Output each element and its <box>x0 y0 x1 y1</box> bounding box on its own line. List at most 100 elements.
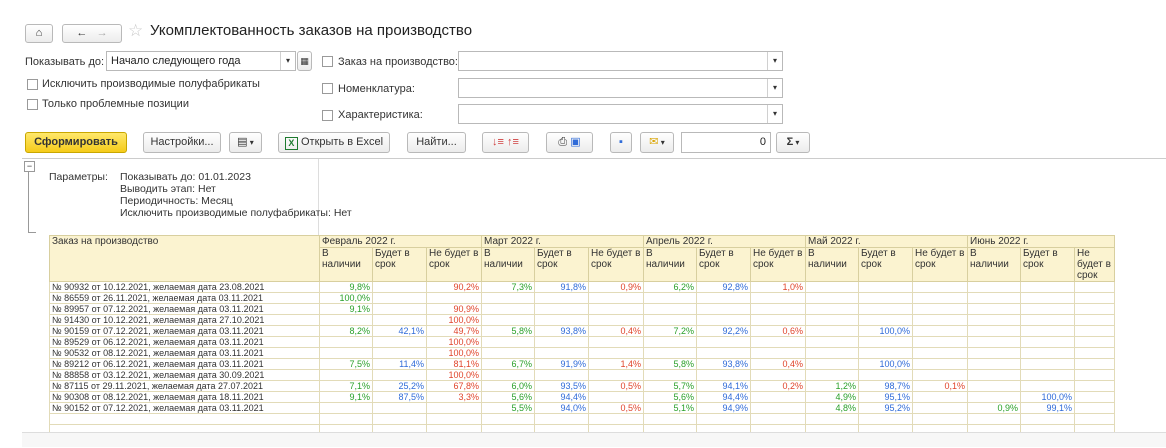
value-cell <box>1074 314 1115 326</box>
order-cell[interactable]: № 91430 от 10.12.2021, желаемая дата 27.… <box>49 314 320 326</box>
value-cell: 8,2% <box>319 325 373 337</box>
chevron-down-icon[interactable]: ▾ <box>767 105 782 123</box>
find-button[interactable]: Найти... <box>407 132 466 153</box>
value-cell <box>858 314 913 326</box>
value-cell: 90,2% <box>426 281 482 293</box>
empty-row <box>49 413 1115 425</box>
value-cell: 5,7% <box>643 380 697 392</box>
report-spreadsheet[interactable]: − Параметры: Показывать до: 01.01.2023 В… <box>22 158 1166 433</box>
empty-cell <box>1074 413 1115 425</box>
export-excel-button[interactable]: X Открыть в Excel <box>278 132 390 153</box>
nomenclature-select[interactable]: ▾ <box>458 78 783 98</box>
send-button[interactable]: ✉ ▾ <box>640 132 674 153</box>
print-buttons[interactable]: ⎙ ▣ <box>546 132 593 153</box>
value-cell <box>858 303 913 315</box>
value-cell: 91,9% <box>534 358 589 370</box>
subcolumn-header: В наличии <box>643 247 697 282</box>
value-cell <box>372 281 427 293</box>
chevron-down-icon[interactable]: ▾ <box>767 52 782 70</box>
value-cell <box>481 347 535 359</box>
value-cell: 7,2% <box>643 325 697 337</box>
order-cell[interactable]: № 90308 от 08.12.2021, желаемая дата 18.… <box>49 391 320 403</box>
nomenclature-checkbox[interactable] <box>322 83 333 94</box>
value-cell <box>967 358 1021 370</box>
order-cell[interactable]: № 89212 от 06.12.2021, желаемая дата 03.… <box>49 358 320 370</box>
order-cell[interactable]: № 86559 от 26.11.2021, желаемая дата 03.… <box>49 292 320 304</box>
value-cell <box>1074 369 1115 381</box>
order-checkbox[interactable] <box>322 56 333 67</box>
order-cell[interactable]: № 89529 от 06.12.2021, желаемая дата 03.… <box>49 336 320 348</box>
empty-cell <box>805 413 859 425</box>
chevron-down-icon[interactable]: ▾ <box>767 79 782 97</box>
only-problem-checkbox[interactable] <box>27 99 38 110</box>
characteristic-select[interactable]: ▾ <box>458 104 783 124</box>
table-row: № 89529 от 06.12.2021, желаемая дата 03.… <box>49 336 1115 348</box>
sort-desc-icon[interactable]: ↑≡ <box>507 136 519 148</box>
empty-cell <box>426 413 482 425</box>
value-cell: 94,1% <box>696 380 751 392</box>
order-cell[interactable]: № 90159 от 07.12.2021, желаемая дата 03.… <box>49 325 320 337</box>
value-cell: 0,1% <box>912 380 968 392</box>
value-cell <box>1074 358 1115 370</box>
order-cell[interactable]: № 90152 от 07.12.2021, желаемая дата 03.… <box>49 402 320 414</box>
order-cell[interactable]: № 89957 от 07.12.2021, желаемая дата 03.… <box>49 303 320 315</box>
value-cell <box>967 325 1021 337</box>
value-cell <box>805 314 859 326</box>
variants-button[interactable]: ▤ ▾ <box>229 132 262 153</box>
horizontal-scrollbar[interactable] <box>22 432 1166 447</box>
value-cell <box>1020 281 1075 293</box>
order-cell[interactable]: № 90532 от 08.12.2021, желаемая дата 03.… <box>49 347 320 359</box>
chevron-down-icon[interactable]: ▾ <box>280 52 295 70</box>
value-cell: 87,5% <box>372 391 427 403</box>
value-cell: 81,1% <box>426 358 482 370</box>
collapse-icon[interactable]: − <box>24 161 35 172</box>
amount-field[interactable]: 0 <box>681 132 771 153</box>
order-cell[interactable]: № 90932 от 10.12.2021, желаемая дата 23.… <box>49 281 320 293</box>
calendar-button[interactable]: ▦ <box>297 51 312 71</box>
value-cell: 6,7% <box>481 358 535 370</box>
subcolumn-header: Не будет в срок <box>1074 247 1115 282</box>
value-cell <box>426 292 482 304</box>
order-cell[interactable]: № 88858 от 03.12.2021, желаемая дата 30.… <box>49 369 320 381</box>
subcolumn-header: Не будет в срок <box>588 247 644 282</box>
value-cell <box>750 402 806 414</box>
forward-icon[interactable]: → <box>97 27 108 39</box>
value-cell <box>1020 292 1075 304</box>
characteristic-label: Характеристика: <box>338 109 423 121</box>
order-label: Заказ на производство: <box>338 56 458 68</box>
order-select[interactable]: ▾ <box>458 51 783 71</box>
table-row: № 89212 от 06.12.2021, желаемая дата 03.… <box>49 358 1115 370</box>
sort-buttons[interactable]: ↓≡ ↑≡ <box>482 132 529 153</box>
exclude-semi-checkbox[interactable] <box>27 79 38 90</box>
value-cell <box>481 369 535 381</box>
sort-asc-icon[interactable]: ↓≡ <box>492 136 504 148</box>
sum-button[interactable]: Σ ▾ <box>776 132 810 153</box>
value-cell: 1,0% <box>750 281 806 293</box>
value-cell <box>319 336 373 348</box>
value-cell <box>481 314 535 326</box>
value-cell <box>372 303 427 315</box>
home-button[interactable]: ⌂ <box>25 24 53 43</box>
generate-button[interactable]: Сформировать <box>25 132 127 153</box>
back-icon[interactable]: ← <box>76 27 87 39</box>
value-cell <box>481 336 535 348</box>
report-table: Заказ на производство Февраль 2022 г. Ма… <box>49 235 1115 433</box>
print-preview-icon[interactable]: ▣ <box>570 136 580 148</box>
value-cell <box>643 292 697 304</box>
value-cell: 67,8% <box>426 380 482 392</box>
value-cell: 1,4% <box>588 358 644 370</box>
star-icon[interactable]: ☆ <box>128 21 143 41</box>
month-header: Июнь 2022 г. <box>967 235 1115 248</box>
history-nav[interactable]: ← → <box>62 24 122 43</box>
order-cell[interactable]: № 87115 от 29.11.2021, желаемая дата 27.… <box>49 380 320 392</box>
table-row: № 87115 от 29.11.2021, желаемая дата 27.… <box>49 380 1115 392</box>
value-cell: 92,2% <box>696 325 751 337</box>
characteristic-checkbox[interactable] <box>322 110 333 121</box>
show-until-select[interactable]: Начало следующего года ▾ <box>106 51 296 71</box>
value-cell: 94,4% <box>696 391 751 403</box>
print-icon[interactable]: ⎙ <box>558 136 567 148</box>
value-cell: 5,8% <box>643 358 697 370</box>
settings-button[interactable]: Настройки... <box>143 132 221 153</box>
value-cell: 95,2% <box>858 402 913 414</box>
save-button[interactable]: ▪ <box>610 132 632 153</box>
